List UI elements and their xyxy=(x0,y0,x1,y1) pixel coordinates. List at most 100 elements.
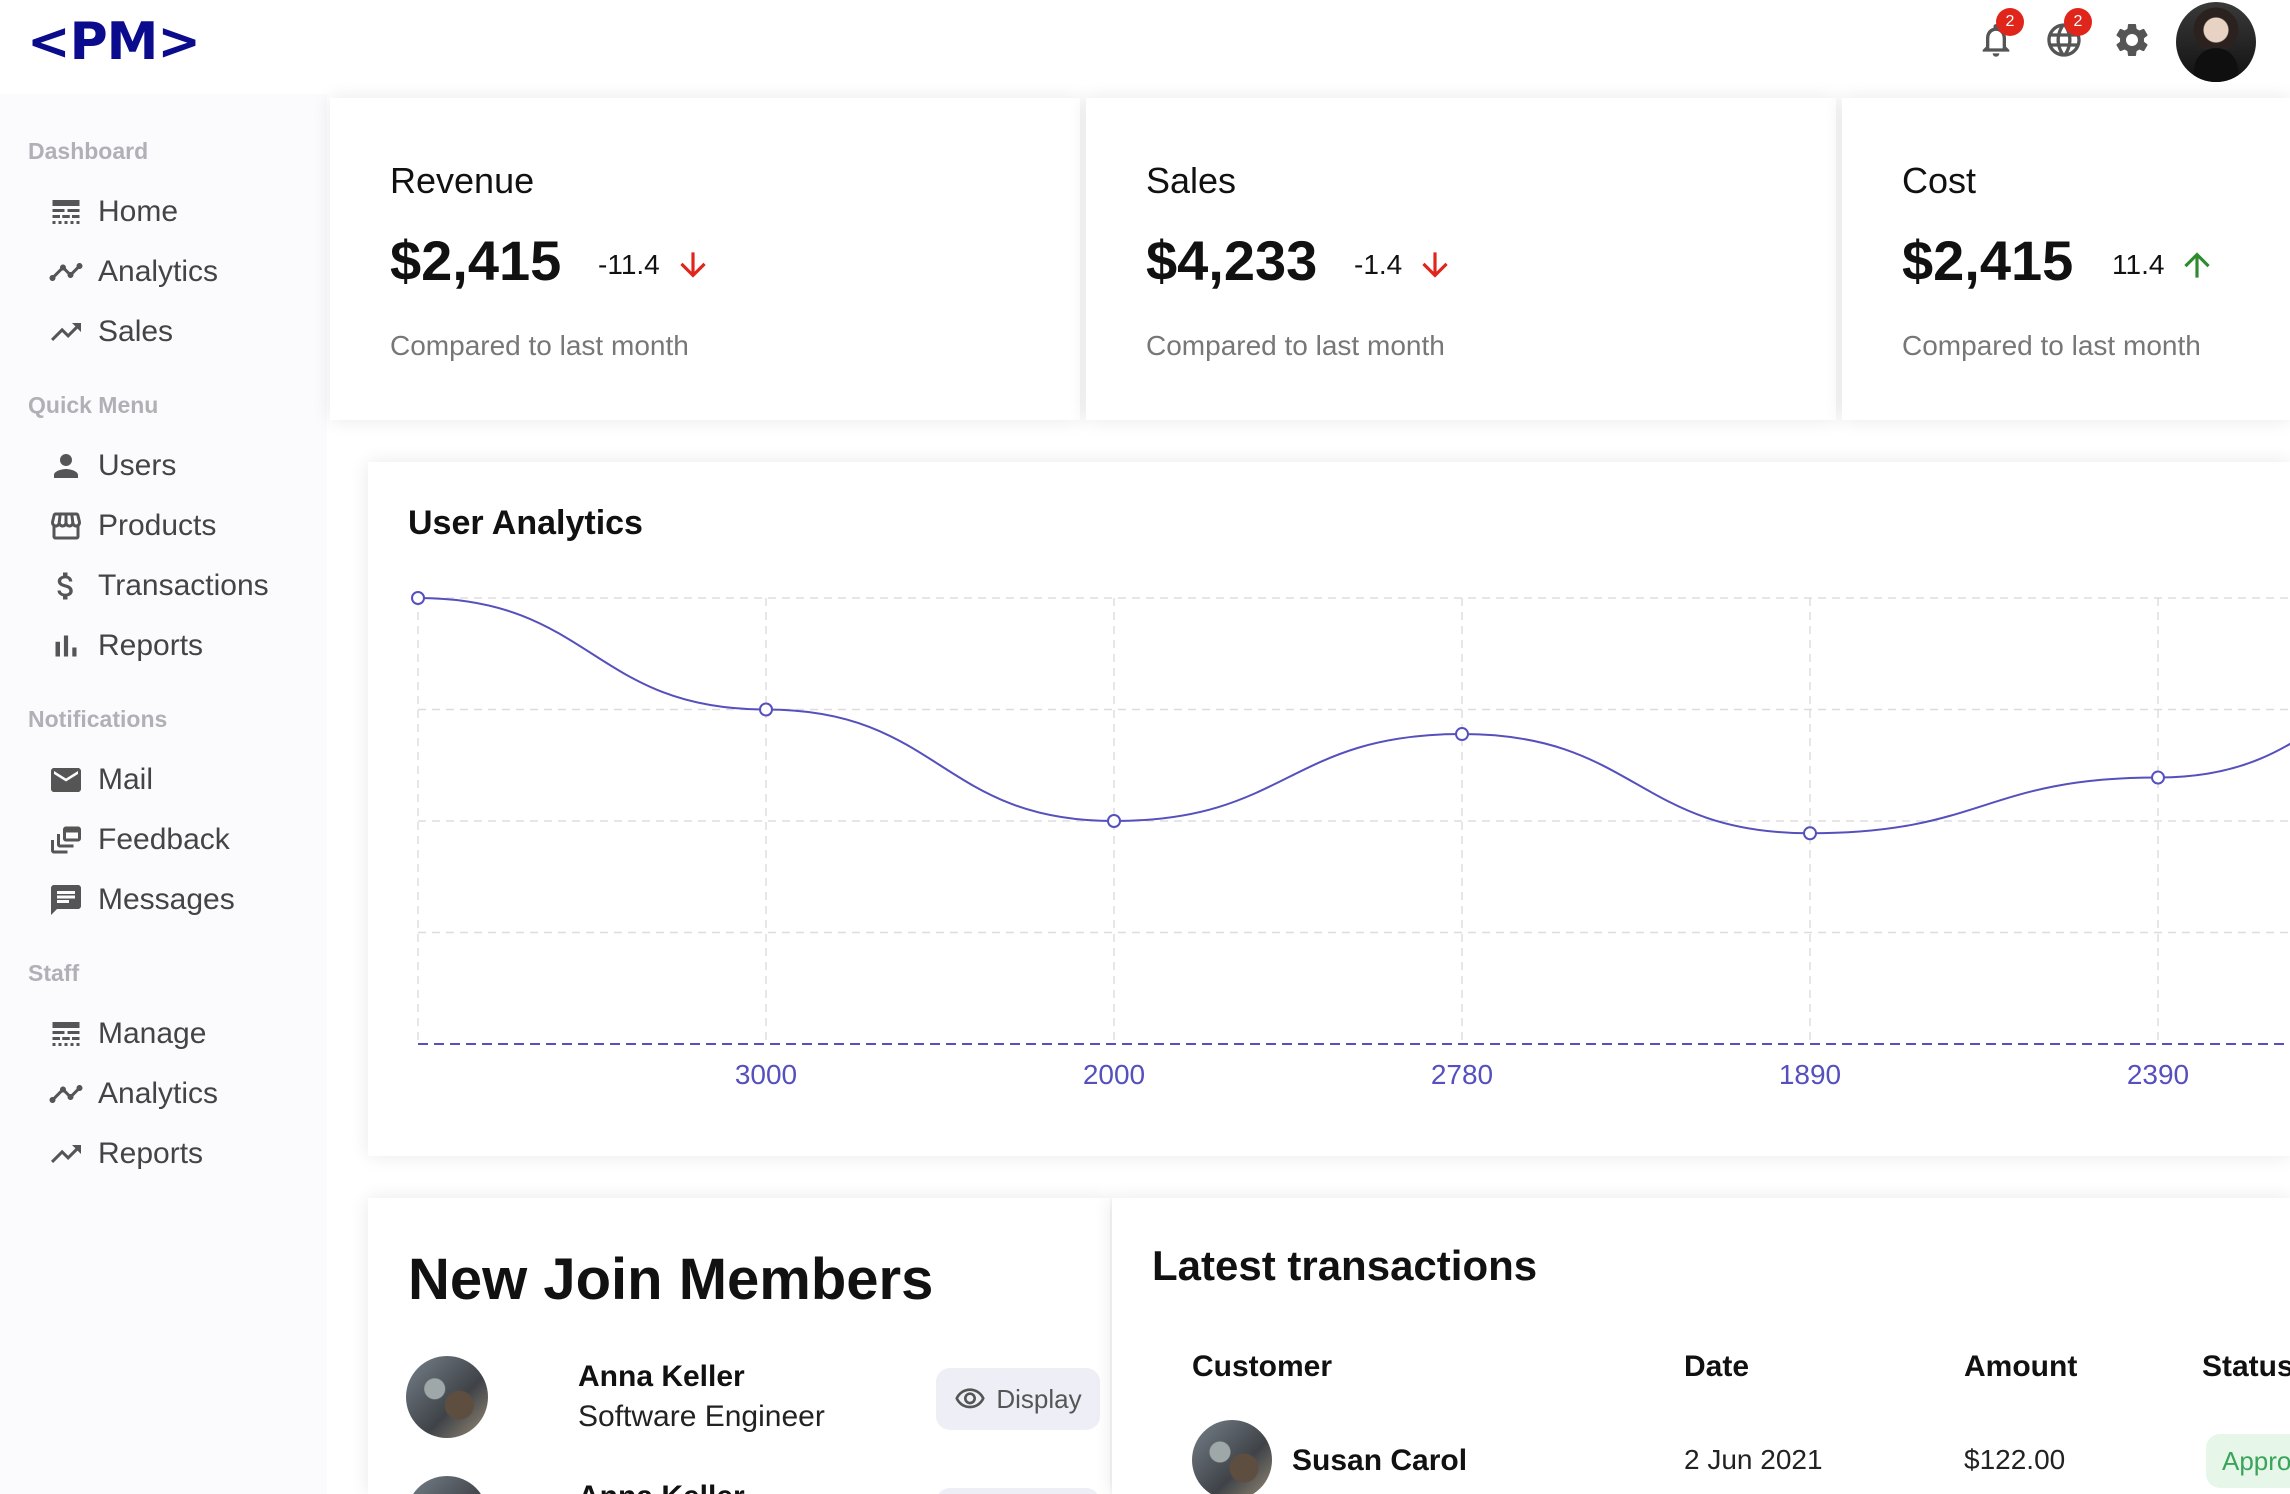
status-badge-approved[interactable]: Approved xyxy=(2206,1434,2290,1488)
featured-money: $2,415 xyxy=(1902,229,2074,292)
sidebar-item-staff-analytics[interactable]: Analytics xyxy=(48,1072,218,1116)
new-members-widget: New Join Members Anna Keller Software En… xyxy=(368,1198,1110,1494)
mail-icon xyxy=(51,768,81,792)
featured-title: Sales xyxy=(1146,160,1237,201)
featured-rate-value: -11.4 xyxy=(598,249,660,280)
x-tick-label: 2390 xyxy=(2127,1059,2189,1090)
arrow-down-icon xyxy=(680,252,706,278)
sidebar-item-transactions[interactable]: Transactions xyxy=(48,564,269,608)
line-style-icon xyxy=(52,200,80,224)
sidebar-item-reports[interactable]: Reports xyxy=(48,624,203,668)
member-name: Anna Keller xyxy=(578,1480,745,1494)
member-avatar xyxy=(406,1476,488,1494)
sidebar-item-label: Transactions xyxy=(98,569,269,602)
person-icon xyxy=(54,454,78,478)
user-analytics-chart: 3000 2000 2780 1890 2390 xyxy=(411,591,2290,1090)
featured-money: $4,233 xyxy=(1146,229,1318,292)
trending-up-icon xyxy=(51,323,81,341)
display-button-label: Display xyxy=(996,1383,1082,1414)
line-style-icon xyxy=(52,1022,80,1046)
x-tick-label: 1890 xyxy=(1779,1059,1841,1090)
notifications-badge: 2 xyxy=(1996,8,2024,36)
logo[interactable]: <PM> xyxy=(27,12,201,72)
language-button[interactable]: 2 xyxy=(2042,8,2092,62)
sidebar-item-label: Analytics xyxy=(98,255,219,288)
arrow-up-icon xyxy=(2184,252,2211,278)
featured-subtitle: Compared to last month xyxy=(390,330,689,361)
data-point xyxy=(1803,826,1817,841)
sidebar-item-label: Products xyxy=(98,509,217,542)
featured-rate: -11.4 xyxy=(598,246,712,284)
sidebar-item-manage[interactable]: Manage xyxy=(48,1012,206,1056)
featured-title: Revenue xyxy=(390,160,535,201)
language-badge: 2 xyxy=(2064,8,2092,36)
sidebar-section-dashboard: Dashboard xyxy=(28,138,149,164)
notifications-button[interactable]: 2 xyxy=(1974,8,2024,62)
x-tick-label: 2780 xyxy=(1431,1059,1493,1090)
timeline-icon xyxy=(49,1085,83,1103)
latest-transactions-widget: Latest transactions Customer Date Amount… xyxy=(1112,1198,2290,1494)
sidebar-section-quick-menu: Quick Menu xyxy=(28,392,159,418)
sidebar-item-sales[interactable]: Sales xyxy=(48,310,173,354)
sidebar-item-staff-reports[interactable]: Reports xyxy=(48,1132,203,1176)
sidebar-item-products[interactable]: Products xyxy=(48,504,216,548)
sidebar-item-label: Home xyxy=(98,195,179,228)
sidebar-item-messages[interactable]: Messages xyxy=(48,878,235,922)
sidebar-item-users[interactable]: Users xyxy=(48,444,176,488)
topbar: <PM> 2 2 xyxy=(0,0,2290,94)
sidebar-item-analytics[interactable]: Analytics xyxy=(48,250,218,294)
sidebar-item-feedback[interactable]: Feedback xyxy=(48,818,230,862)
data-point xyxy=(411,591,425,605)
member-name: Anna Keller xyxy=(578,1360,745,1393)
featured-rate-value: 11.4 xyxy=(2112,249,2165,280)
member-avatar xyxy=(406,1356,488,1438)
data-point xyxy=(2151,770,2165,785)
sidebar-item-label: Reports xyxy=(98,1137,204,1170)
featured-card-revenue: Revenue $2,415 -11.4 Compared to last mo… xyxy=(330,98,1080,420)
display-button[interactable]: Display xyxy=(936,1368,1100,1430)
display-button[interactable]: Display xyxy=(936,1488,1100,1494)
column-header-customer[interactable]: Customer xyxy=(1192,1350,1332,1384)
user-analytics-chart-card: User Analytics 3000 2000 2780 1890 2390 xyxy=(368,462,2290,1156)
sidebar-item-label: Mail xyxy=(98,763,154,796)
sidebar-item-home[interactable]: Home xyxy=(48,190,178,234)
sidebar-item-label: Sales xyxy=(98,315,174,348)
sidebar-item-label: Messages xyxy=(98,883,235,916)
member-item: Anna Keller Software Engineer Display xyxy=(406,1356,1100,1440)
gear-icon xyxy=(2116,23,2148,56)
column-header-date[interactable]: Date xyxy=(1684,1350,1749,1384)
chat-bubble-icon xyxy=(51,885,81,915)
member-job: Software Engineer xyxy=(578,1400,825,1433)
featured-subtitle: Compared to last month xyxy=(1146,330,1445,361)
featured-title: Cost xyxy=(1902,160,1977,201)
dollar-icon xyxy=(57,572,73,600)
eye-icon xyxy=(955,1388,986,1409)
sidebar-section-staff: Staff xyxy=(28,960,80,986)
featured-rate-value: -1.4 xyxy=(1354,249,1403,280)
sidebar-item-label: Users xyxy=(98,449,177,482)
sidebar-item-label: Manage xyxy=(98,1017,207,1050)
member-item: Anna Keller Display xyxy=(406,1476,1100,1494)
trending-up-icon xyxy=(51,1145,81,1163)
sidebar-item-mail[interactable]: Mail xyxy=(48,758,153,802)
featured-subtitle: Compared to last month xyxy=(1902,330,2201,361)
x-tick-label: 2000 xyxy=(1083,1059,1145,1090)
sidebar-section-notifications: Notifications xyxy=(28,706,168,732)
sidebar-item-label: Reports xyxy=(98,629,204,662)
featured-card-cost: Cost $2,415 11.4 Compared to last month xyxy=(1842,98,2290,420)
sidebar: Dashboard Home Analytics Sales Quick Men… xyxy=(0,94,327,1494)
settings-button[interactable] xyxy=(2110,18,2154,62)
user-avatar[interactable] xyxy=(2176,2,2256,82)
dynamic-feed-icon xyxy=(51,826,81,854)
featured-rate: 11.4 xyxy=(2112,246,2216,284)
storefront-icon xyxy=(51,512,81,540)
column-header-amount[interactable]: Amount xyxy=(1964,1350,2077,1384)
x-tick-label: 3000 xyxy=(735,1059,797,1090)
customer-avatar xyxy=(1192,1420,1272,1494)
column-header-status[interactable]: Status xyxy=(2202,1350,2290,1384)
sidebar-item-label: Analytics xyxy=(98,1077,219,1110)
featured-card-sales: Sales $4,233 -1.4 Compared to last month xyxy=(1086,98,1836,420)
data-point xyxy=(1455,727,1469,742)
transactions-title: Latest transactions xyxy=(1152,1242,1538,1289)
transaction-amount: $122.00 xyxy=(1964,1444,2066,1475)
